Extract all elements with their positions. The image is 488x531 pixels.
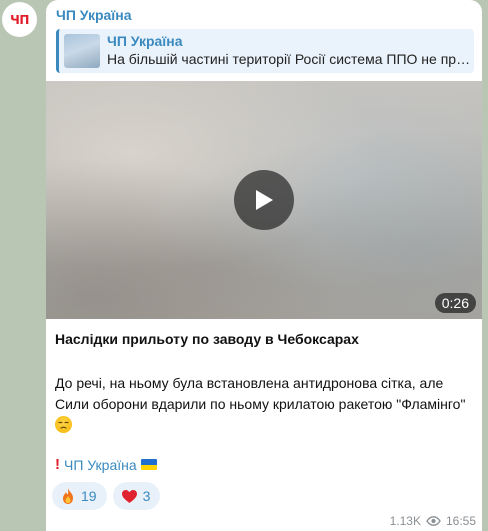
- unamused-face-icon: [55, 416, 72, 433]
- sender-name[interactable]: ЧП Україна: [56, 7, 132, 23]
- message-bubble: ЧП Україна ЧП Україна На більшій частині…: [46, 0, 482, 531]
- play-icon: [256, 190, 273, 210]
- reply-preview[interactable]: ЧП Україна На більшій частині території …: [56, 29, 474, 73]
- reactions-bar: 19 3: [52, 482, 161, 510]
- reaction-fire[interactable]: 19: [52, 482, 107, 510]
- avatar-text: ЧП: [10, 12, 29, 27]
- post-body-line: До речі, на ньому була встановлена антид…: [55, 375, 444, 391]
- signature-text: ЧП Україна: [64, 456, 137, 473]
- reply-text: На більшій частині території Росії систе…: [107, 51, 473, 67]
- reply-title: ЧП Україна: [107, 33, 183, 49]
- video-player[interactable]: 0:26: [46, 81, 482, 319]
- heart-icon: [121, 489, 137, 503]
- eye-icon: [426, 516, 441, 526]
- message-meta: 1.13K 16:55: [390, 514, 476, 528]
- fire-icon: [63, 488, 73, 504]
- reaction-count: 3: [142, 488, 151, 504]
- post-body: До речі, на ньому була встановлена антид…: [55, 373, 477, 436]
- reaction-count: 19: [81, 488, 97, 504]
- view-count: 1.13K: [389, 514, 421, 528]
- post-signature[interactable]: ! ЧП Україна: [55, 456, 157, 473]
- post-title: Наслідки прильоту по заводу в Чебоксарах: [55, 331, 359, 347]
- post-body-line: Сили оборони вдарили по ньому крилатою р…: [55, 396, 466, 412]
- reply-thumbnail: [64, 34, 100, 68]
- reaction-heart[interactable]: 3: [112, 482, 161, 510]
- play-button[interactable]: [234, 170, 294, 230]
- video-duration: 0:26: [434, 293, 476, 313]
- message-time: 16:55: [445, 514, 476, 528]
- exclamation-icon: !: [55, 456, 60, 473]
- ukraine-flag-icon: [140, 459, 157, 470]
- channel-avatar[interactable]: ЧП: [2, 2, 37, 37]
